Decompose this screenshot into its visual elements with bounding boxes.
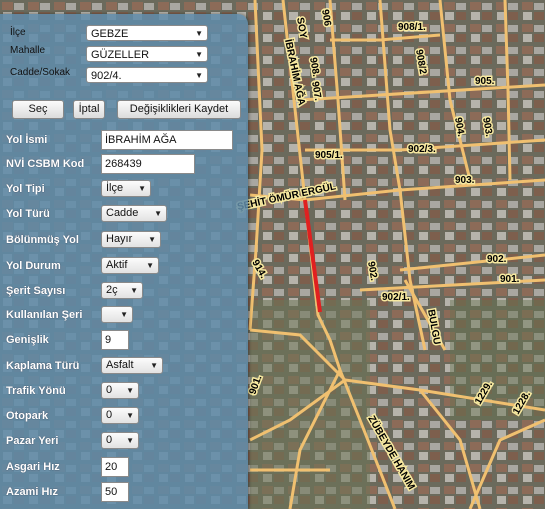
map-label-905-1: 905/1.	[315, 150, 343, 161]
otopark-select[interactable]: 0 ▼	[101, 407, 139, 424]
chevron-down-icon: ▼	[148, 235, 156, 244]
cadde-value: 902/4.	[91, 70, 122, 82]
yol-ismi-input[interactable]: İBRAHİM AĞA	[101, 130, 233, 150]
cadde-select[interactable]: 902/4. ▼	[86, 67, 208, 83]
map-label-903b: 903.	[455, 175, 475, 186]
yol-turu-label: Yol Türü	[6, 208, 50, 220]
serit-value: 2ç	[106, 284, 118, 296]
genislik-label: Genişlik	[6, 334, 49, 346]
pazar-select[interactable]: 0 ▼	[101, 432, 139, 449]
chevron-down-icon: ▼	[146, 261, 154, 270]
chevron-down-icon: ▼	[154, 209, 162, 218]
map-label-902-3: 902/3.	[408, 144, 436, 155]
bolunmus-select[interactable]: Hayır ▼	[101, 231, 161, 248]
chevron-down-icon: ▼	[126, 411, 134, 420]
cadde-label: Cadde/Sokak	[10, 67, 71, 78]
trafik-value: 0	[106, 384, 113, 396]
kullanilan-select[interactable]: ▼	[101, 306, 133, 323]
chevron-down-icon: ▼	[138, 184, 146, 193]
ilce-value: GEBZE	[91, 28, 129, 40]
map-label-902b: 902.	[487, 254, 507, 265]
chevron-down-icon: ▼	[150, 361, 158, 370]
yol-durum-label: Yol Durum	[6, 260, 61, 272]
serit-select[interactable]: 2ç ▼	[101, 282, 143, 299]
chevron-down-icon: ▼	[120, 310, 128, 319]
kaplama-value: Asfalt	[106, 359, 134, 371]
kullanilan-label: Kullanılan Şeri	[6, 309, 83, 321]
map-label-905: 905.	[475, 76, 495, 87]
genislik-input[interactable]: 9	[101, 330, 129, 350]
sec-button[interactable]: Seç	[12, 100, 64, 119]
kaplama-select[interactable]: Asfalt ▼	[101, 357, 163, 374]
mahalle-label: Mahalle	[10, 45, 46, 56]
azami-label: Azami Hız	[6, 486, 58, 498]
ilce-label: İlçe	[10, 27, 26, 38]
nvi-kod-label: NVİ CSBM Kod	[6, 158, 85, 170]
map-label-901: 901.	[500, 274, 520, 285]
yol-turu-value: Cadde	[106, 207, 139, 219]
chevron-down-icon: ▼	[126, 436, 134, 445]
asgari-label: Asgari Hız	[6, 461, 60, 473]
map-label-902-1: 902/1.	[382, 292, 410, 303]
otopark-label: Otopark	[6, 410, 49, 422]
yol-turu-select[interactable]: Cadde ▼	[101, 205, 167, 222]
ilce-select[interactable]: GEBZE ▼	[86, 25, 208, 41]
chevron-down-icon: ▼	[126, 386, 134, 395]
mahalle-select[interactable]: GÜZELLER ▼	[86, 46, 208, 62]
chevron-down-icon: ▼	[195, 29, 203, 38]
iptal-button[interactable]: İptal	[73, 100, 105, 119]
yol-tipi-select[interactable]: İlçe ▼	[101, 180, 151, 197]
nvi-kod-input[interactable]: 268439	[101, 154, 195, 174]
save-changes-button[interactable]: Değişiklikleri Kaydet	[117, 100, 241, 119]
map-label-908-1: 908/1.	[398, 22, 426, 33]
yol-durum-value: Aktif	[106, 259, 128, 271]
azami-input[interactable]: 50	[101, 482, 129, 502]
chevron-down-icon: ▼	[195, 71, 203, 80]
trafik-label: Trafik Yönü	[6, 385, 66, 397]
mahalle-value: GÜZELLER	[91, 49, 150, 61]
otopark-value: 0	[106, 409, 113, 421]
serit-label: Şerit Sayısı	[6, 285, 66, 297]
road-edit-panel: İlçe GEBZE ▼ Mahalle GÜZELLER ▼ Cadde/Soka…	[0, 14, 248, 509]
chevron-down-icon: ▼	[195, 50, 203, 59]
pazar-value: 0	[106, 434, 113, 446]
chevron-down-icon: ▼	[130, 286, 138, 295]
yol-durum-select[interactable]: Aktif ▼	[101, 257, 159, 274]
yol-ismi-label: Yol İsmi	[6, 134, 48, 146]
trafik-select[interactable]: 0 ▼	[101, 382, 139, 399]
bolunmus-label: Bölünmüş Yol	[6, 234, 79, 246]
yol-tipi-label: Yol Tipi	[6, 183, 45, 195]
kaplama-label: Kaplama Türü	[6, 360, 80, 372]
pazar-label: Pazar Yeri	[6, 435, 59, 447]
yol-tipi-value: İlçe	[106, 182, 124, 194]
asgari-input[interactable]: 20	[101, 457, 129, 477]
bolunmus-value: Hayır	[106, 233, 133, 245]
